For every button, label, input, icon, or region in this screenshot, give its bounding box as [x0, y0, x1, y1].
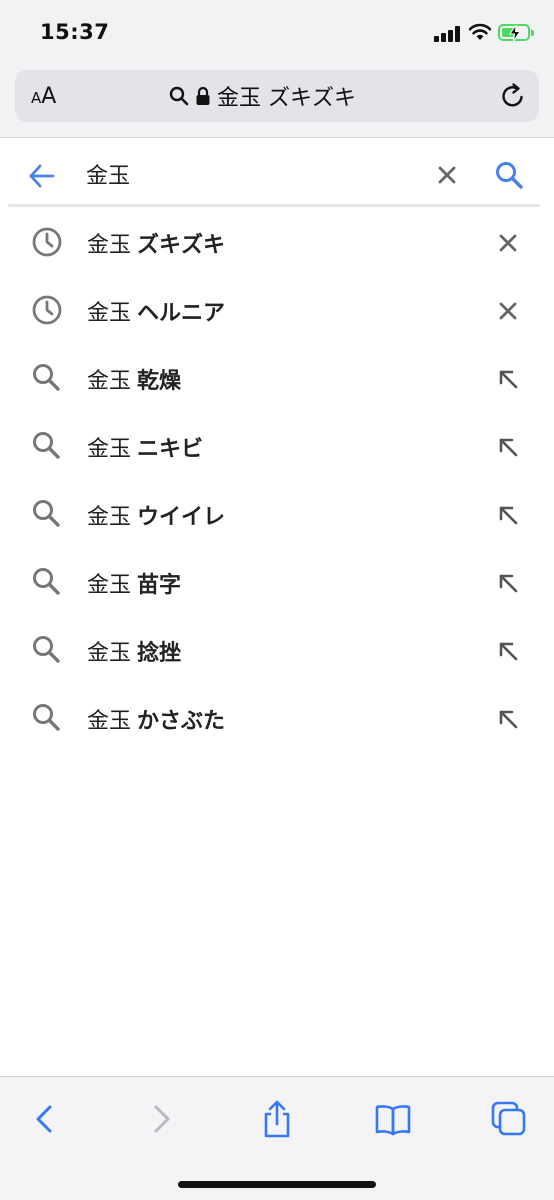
- suggestion-item[interactable]: 金玉 ウイイレ: [0, 480, 554, 548]
- suggestion-item[interactable]: 金玉 苗字: [0, 548, 554, 616]
- browser-toolbar: [0, 1076, 554, 1200]
- search-divider: [8, 204, 540, 207]
- remove-icon[interactable]: [494, 229, 522, 257]
- status-time: 15:37: [40, 20, 110, 44]
- url-text: 金玉 ズキズキ: [217, 86, 356, 111]
- cellular-signal-icon: [434, 24, 462, 42]
- search-bar: [0, 140, 554, 206]
- search-icon: [33, 568, 60, 595]
- suggestion-text: 金玉 乾燥: [87, 369, 182, 394]
- battery-icon: [498, 24, 534, 41]
- search-icon: [169, 86, 189, 106]
- search-icon: [33, 364, 60, 391]
- back-arrow-icon[interactable]: [28, 162, 56, 190]
- clear-icon[interactable]: [436, 164, 458, 186]
- reload-icon[interactable]: [499, 82, 527, 110]
- suggestion-text: 金玉 かさぶた: [87, 709, 226, 734]
- share-icon[interactable]: [257, 1099, 297, 1139]
- fill-query-arrow-icon[interactable]: [494, 433, 522, 461]
- search-submit-icon[interactable]: [494, 160, 524, 190]
- suggestion-list: 金玉 ズキズキ 金玉 ヘルニア 金玉 乾燥 金玉 ニキビ 金玉 ウイイレ 金玉 …: [0, 208, 554, 752]
- fill-query-arrow-icon[interactable]: [494, 637, 522, 665]
- search-input[interactable]: [86, 154, 406, 194]
- suggestion-text: 金玉 ヘルニア: [87, 301, 226, 326]
- address-bar[interactable]: AA 金玉 ズキズキ: [15, 70, 539, 122]
- tabs-icon[interactable]: [489, 1099, 529, 1139]
- suggestion-item[interactable]: 金玉 ニキビ: [0, 412, 554, 480]
- url-display[interactable]: 金玉 ズキズキ: [169, 82, 356, 111]
- suggestion-text: 金玉 ズキズキ: [87, 233, 226, 258]
- search-icon: [33, 500, 60, 527]
- status-bar: 15:37: [0, 0, 554, 62]
- suggestion-text: 金玉 ニキビ: [87, 437, 204, 462]
- remove-icon[interactable]: [494, 297, 522, 325]
- home-indicator: [178, 1181, 376, 1188]
- browser-address-area: AA 金玉 ズキズキ: [0, 62, 554, 138]
- lock-icon: [196, 86, 210, 105]
- bookmarks-icon[interactable]: [373, 1099, 413, 1139]
- forward-icon: [154, 1105, 170, 1133]
- suggestion-text: 金玉 苗字: [87, 573, 182, 598]
- search-icon: [33, 432, 60, 459]
- text-size-button[interactable]: AA: [31, 84, 56, 109]
- suggestion-text: 金玉 捻挫: [87, 641, 182, 666]
- fill-query-arrow-icon[interactable]: [494, 365, 522, 393]
- search-icon: [33, 636, 60, 663]
- fill-query-arrow-icon[interactable]: [494, 501, 522, 529]
- suggestion-item[interactable]: 金玉 かさぶた: [0, 684, 554, 752]
- suggestion-item[interactable]: 金玉 乾燥: [0, 344, 554, 412]
- history-clock-icon: [32, 227, 62, 257]
- suggestion-item[interactable]: 金玉 捻挫: [0, 616, 554, 684]
- search-icon: [33, 704, 60, 731]
- wifi-icon: [468, 23, 492, 40]
- suggestion-item[interactable]: 金玉 ズキズキ: [0, 208, 554, 276]
- history-clock-icon: [32, 295, 62, 325]
- suggestion-text: 金玉 ウイイレ: [87, 505, 226, 530]
- fill-query-arrow-icon[interactable]: [494, 705, 522, 733]
- back-icon[interactable]: [26, 1099, 66, 1139]
- suggestion-item[interactable]: 金玉 ヘルニア: [0, 276, 554, 344]
- fill-query-arrow-icon[interactable]: [494, 569, 522, 597]
